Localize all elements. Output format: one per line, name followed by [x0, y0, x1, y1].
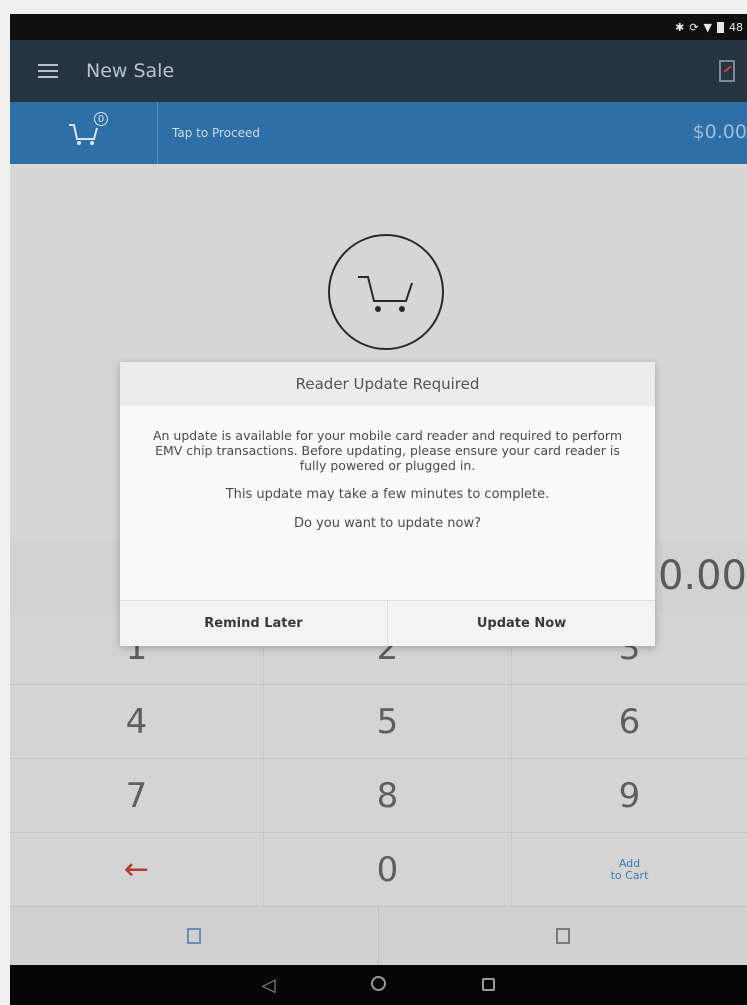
dialog-duration-note: This update may take a few minutes to co… [225, 487, 550, 502]
screen: ✱ ⟳ ▼ 48 New Sale 0 Tap to Proceed $0.00 [0, 0, 747, 1005]
dialog-question: Do you want to update now? [293, 516, 482, 531]
dialog-body: An update is available for your mobile c… [120, 406, 655, 600]
remind-later-button[interactable]: Remind Later [120, 601, 388, 646]
update-now-button[interactable]: Update Now [388, 601, 655, 646]
dialog-title: Reader Update Required [120, 362, 655, 406]
reader-update-dialog: Reader Update Required An update is avai… [120, 362, 655, 646]
dialog-message: An update is available for your mobile c… [152, 428, 622, 473]
dialog-actions: Remind Later Update Now [120, 600, 655, 646]
